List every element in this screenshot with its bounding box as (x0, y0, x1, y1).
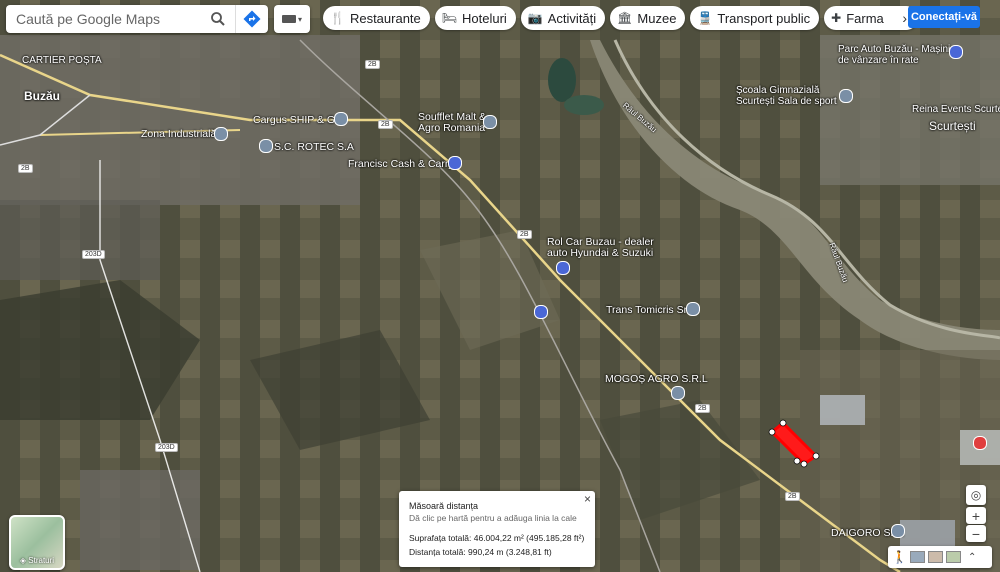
measure-distance-card: Măsoară distanța Dă clic pe hartă pentru… (399, 491, 595, 567)
measure-total-distance: Distanța totală: 990,24 m (3.248,81 ft) (409, 547, 552, 557)
my-location-icon: ◎ (970, 488, 982, 502)
map-label: Parc Auto Buzău - Mașini de vânzare în r… (838, 44, 951, 66)
road-number-badge: 2B (378, 120, 393, 129)
satellite-map[interactable] (0, 0, 1000, 572)
map-label-city: Buzău (24, 89, 60, 103)
directions-icon[interactable] (235, 5, 268, 33)
chip-muzee[interactable]: 🏛 Muzee (610, 6, 686, 30)
poi-pin-icon[interactable] (891, 524, 905, 538)
layers-label: ◈ Straturi (11, 556, 63, 565)
camera-icon: 📷 (527, 11, 543, 25)
close-icon[interactable]: × (584, 492, 591, 506)
map-label: Trans Tomicris Srl (606, 304, 690, 316)
map-label: Soufflet Malt & Agro Romania (418, 111, 487, 134)
search-input[interactable]: Caută pe Google Maps (6, 11, 201, 27)
map-label: S.C. ROTEC S.A (274, 141, 354, 153)
chip-label: Hoteluri (462, 10, 507, 26)
measure-subtitle: Dă clic pe hartă pentru a adăuga linia l… (409, 513, 577, 523)
expand-icon[interactable]: ⌃ (968, 552, 976, 563)
my-location-button[interactable]: ◎ (966, 485, 986, 505)
layers-mini-icon (281, 15, 296, 23)
poi-pin-icon[interactable] (671, 386, 685, 400)
chip-activitati[interactable]: 📷 Activități (520, 6, 606, 30)
map-label: MOGOȘ AGRO S.R.L (605, 373, 708, 385)
car-dealer-pin-icon[interactable] (949, 45, 963, 59)
minus-icon: − (971, 525, 981, 542)
chip-label: Transport public (717, 10, 811, 26)
chip-transport-public[interactable]: 🚆 Transport public (690, 6, 820, 30)
chip-label: Activități (547, 10, 597, 26)
museum-icon: 🏛 (617, 11, 633, 25)
chevron-down-icon: ▾ (297, 14, 302, 24)
map-label: Școala Gimnazială Scurtești Sala de spor… (736, 85, 837, 107)
poi-pin-icon[interactable] (334, 112, 348, 126)
hotel-icon: 🛏 (441, 11, 458, 25)
road-number-badge: 2B (785, 492, 800, 501)
chip-label: Restaurante (349, 10, 421, 26)
sign-in-button[interactable]: Conectați-vă (908, 6, 980, 28)
chip-restaurante[interactable]: 🍴 Restaurante (323, 6, 430, 30)
map-label: CARTIER POȘTA (22, 55, 102, 66)
poi-pin-icon[interactable] (686, 302, 700, 316)
zoom-out-button[interactable]: − (966, 525, 986, 542)
measure-total-area: Suprafața totală: 46.004,22 m² (495.185,… (409, 533, 585, 543)
road-number-badge: 2B (695, 404, 710, 413)
layers-label-text: Straturi (28, 556, 55, 565)
search-icon[interactable] (201, 5, 235, 33)
shopping-pin-icon[interactable] (448, 156, 462, 170)
map-label-village: Scurtești (929, 119, 976, 133)
pharmacy-icon: ✚ (831, 11, 842, 25)
poi-pin-icon[interactable] (483, 115, 497, 129)
road-number-badge: 203D (155, 443, 178, 452)
road-number-badge: 203D (82, 250, 105, 259)
imagery-thumbnail[interactable] (909, 551, 925, 563)
plus-icon: + (971, 507, 981, 524)
restaurant-icon: 🍴 (330, 11, 345, 25)
school-pin-icon[interactable] (839, 89, 853, 103)
map-label: Zona Industrială (141, 128, 217, 140)
imagery-thumbnail[interactable] (945, 551, 961, 563)
road-number-badge: 2B (365, 60, 380, 69)
zoom-in-button[interactable]: + (966, 507, 986, 524)
category-chips: 🍴 Restaurante 🛏 Hoteluri 📷 Activități 🏛 Muze… (323, 6, 918, 30)
chip-hoteluri[interactable]: 🛏 Hoteluri (434, 6, 516, 30)
road-number-badge: 2B (18, 164, 33, 173)
poi-pin-icon[interactable] (259, 139, 273, 153)
transit-stop-icon[interactable] (534, 305, 548, 319)
imagery-thumbnail[interactable] (927, 551, 943, 563)
measure-title: Măsoară distanța (409, 501, 479, 511)
road-number-badge: 2B (517, 230, 532, 239)
car-dealer-pin-icon[interactable] (556, 261, 570, 275)
layers-button[interactable]: ◈ Straturi (9, 515, 65, 570)
layers-dropdown-button[interactable]: ▾ (274, 5, 310, 33)
transit-icon: 🚆 (697, 11, 713, 25)
place-pin-icon[interactable] (973, 436, 987, 450)
map-label: Francisc Cash & Carry (348, 158, 454, 170)
chip-label: Muzee (637, 10, 677, 26)
poi-pin-icon[interactable] (214, 127, 228, 141)
map-label: Reina Events Scurte (912, 104, 1000, 115)
search-box[interactable]: Caută pe Google Maps (6, 5, 268, 33)
map-label: Cargus SHIP & GO (253, 114, 344, 126)
map-label: Rol Car Buzau - dealer auto Hyundai & Su… (547, 236, 654, 259)
pegman-icon[interactable]: 🚶 (892, 550, 907, 564)
map-bottom-controls: 🚶 ⌃ (888, 546, 992, 568)
